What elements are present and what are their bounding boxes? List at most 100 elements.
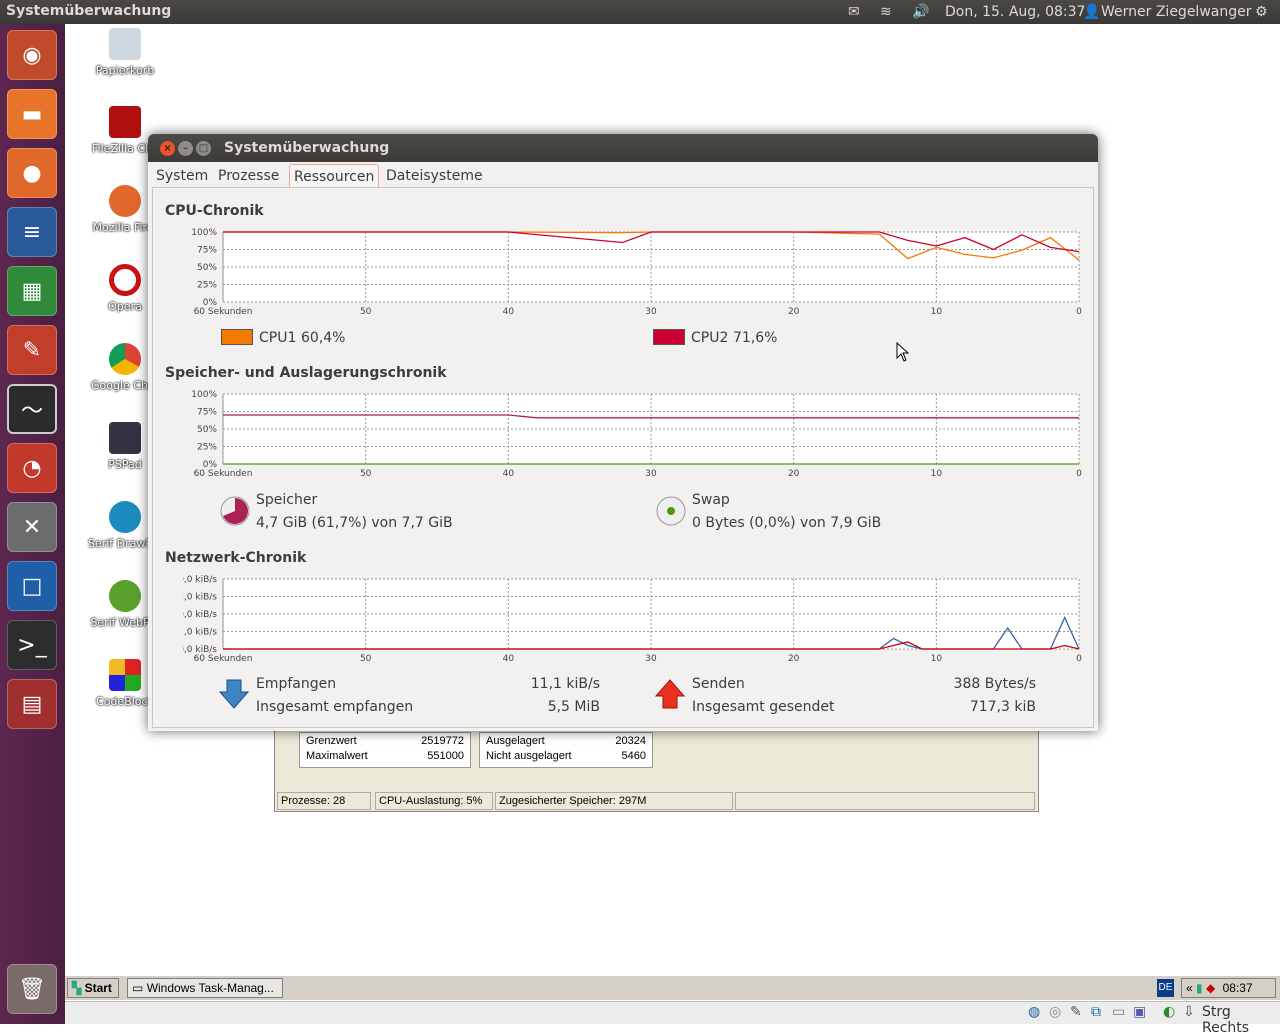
y-tick-label: 25% (197, 281, 217, 291)
vbox-network-icon[interactable]: ⧉ (1091, 1004, 1101, 1020)
y-tick-label: 10,0 kiB/s (183, 610, 217, 620)
files-folder-icon[interactable]: ▬ (7, 89, 57, 139)
taskbar-task-manager[interactable]: ▭ Windows Task-Manag... (127, 978, 283, 998)
guest-taskbar: ▚ Start ▭ Windows Task-Manag... DE « ▮ ◆… (65, 975, 1280, 1000)
vbox-host-key: Strg Rechts (1202, 1004, 1250, 1036)
virtualbox-status-bar: ◍ ◎ ✎ ⧉ ▭ ▣ ◐ ⇩ Strg Rechts (65, 1001, 1280, 1036)
receive-total: 5,5 MiB (547, 699, 600, 715)
x-tick-label: 40 (503, 469, 515, 478)
mail-icon[interactable]: ✉ (848, 2, 860, 22)
network-history-chart: 20,0 kiB/s 15,0 kiB/s 10,0 kiB/s 5,0 kiB/s 0… (183, 575, 1082, 663)
send-arrow-icon (655, 679, 685, 709)
tray-clock: 08:37 (1222, 981, 1253, 995)
window-title: Systemüberwachung (224, 140, 390, 156)
active-app-name: Systemüberwachung (6, 3, 172, 19)
status-empty (735, 792, 1035, 810)
x-tick-label: 10 (931, 307, 943, 316)
chrome-icon (109, 343, 141, 375)
trash-icon[interactable]: 🗑 (7, 964, 57, 1014)
user-icon[interactable]: 👤 (1083, 2, 1100, 22)
system-monitor-window: × – □ Systemüberwachung System Prozesse … (148, 134, 1098, 731)
tools-icon[interactable]: ✕ (7, 502, 57, 552)
tray-expand-icon[interactable]: « (1186, 981, 1193, 995)
firefox-icon[interactable]: ● (7, 148, 57, 198)
clock[interactable]: Don, 15. Aug, 08:37 (945, 2, 1085, 22)
x-tick-label: 20 (788, 469, 800, 478)
desktop-icon-papierkorb[interactable]: Papierkorb (85, 28, 165, 77)
vbox-cd-icon[interactable]: ◎ (1049, 1004, 1061, 1020)
workspace-switcher-icon[interactable]: ▤ (7, 679, 57, 729)
close-icon[interactable]: × (160, 141, 175, 156)
cpu2-color-swatch[interactable] (653, 329, 685, 345)
send-label: Senden (692, 676, 745, 692)
status-cpu: CPU-Auslastung: 5% (375, 792, 493, 810)
x-tick-label: 10 (931, 469, 943, 478)
tab-prozesse[interactable]: Prozesse (214, 164, 283, 188)
minimize-icon[interactable]: – (178, 141, 193, 156)
language-indicator[interactable]: DE (1157, 979, 1174, 997)
cpu1-color-swatch[interactable] (221, 329, 253, 345)
filezilla-icon (109, 106, 141, 138)
tray-network-icon[interactable]: ▮ (1196, 981, 1203, 995)
vbox-shared-folder-icon[interactable]: ▭ (1112, 1004, 1125, 1020)
windows-logo-icon: ▚ (72, 981, 82, 995)
kernel-memory-box: Ausgelagert 20324 Nicht ausgelagert 5460 (479, 732, 653, 768)
y-tick-label: 50% (197, 425, 217, 435)
y-tick-label: 25% (197, 443, 217, 453)
firefox-icon (109, 185, 141, 217)
memory-history-chart: 100%75%50%25%0%60 Sekunden 50 40 30 20 10 0 (191, 390, 1082, 478)
tray-security-icon[interactable]: ◆ (1206, 981, 1215, 995)
disk-usage-icon[interactable]: ◔ (7, 443, 57, 493)
send-total: 717,3 kiB (969, 699, 1036, 715)
tab-system[interactable]: System (152, 164, 212, 188)
x-tick-label: 50 (360, 654, 372, 663)
x-tick-label: 60 Sekunden (194, 654, 253, 663)
dash-home-icon[interactable]: ◉ (7, 30, 57, 80)
maximize-icon[interactable]: □ (196, 141, 211, 156)
vbox-usb-icon[interactable]: ✎ (1070, 1004, 1082, 1020)
swap-pie-icon[interactable] (655, 495, 687, 527)
x-tick-label: 20 (788, 307, 800, 316)
vbox-hdd-icon[interactable]: ◍ (1028, 1004, 1040, 1020)
tab-ressourcen[interactable]: Ressourcen (289, 164, 380, 188)
vbox-mouse-integration-icon[interactable]: ⇩ (1183, 1004, 1195, 1020)
terminal-icon[interactable]: >_ (7, 620, 57, 670)
memory-pie-icon[interactable] (219, 495, 251, 527)
x-tick-label: 30 (645, 469, 657, 478)
status-commit: Zugesicherter Speicher: 297M (495, 792, 733, 810)
cpu1-value: 60,4% (301, 330, 346, 346)
y-tick-label: 20,0 kiB/s (183, 575, 217, 585)
system-monitor-icon[interactable]: 〜 (7, 384, 57, 434)
writer-icon[interactable]: ≡ (7, 207, 57, 257)
x-tick-label: 20 (788, 654, 800, 663)
virtualbox-icon[interactable]: □ (7, 561, 57, 611)
cpu-section-title: CPU-Chronik (165, 203, 264, 219)
vbox-display-icon[interactable]: ▣ (1133, 1004, 1146, 1020)
system-settings-icon[interactable]: ✎ (7, 325, 57, 375)
receive-total-label: Insgesamt empfangen (256, 699, 414, 715)
x-tick-label: 0 (1076, 307, 1082, 316)
volume-icon[interactable]: 🔊 (912, 2, 929, 22)
calc-icon[interactable]: ▦ (7, 266, 57, 316)
task-manager-icon: ▭ (132, 981, 144, 995)
resources-panel: CPU-Chronik 100% 75% 50% 25% 0% 60 Sekunden 50… (152, 187, 1094, 728)
status-processes: Prozesse: 28 (277, 792, 371, 810)
wifi-icon[interactable]: ≋ (880, 2, 892, 22)
drawplus-icon (109, 501, 141, 533)
y-tick-label: 50% (197, 263, 217, 273)
y-tick-label: 75% (197, 246, 217, 256)
settings-gear-icon[interactable]: ⚙ (1255, 2, 1268, 22)
tab-dateisysteme[interactable]: Dateisysteme (382, 164, 487, 188)
x-tick-label: 0 (1076, 469, 1082, 478)
xp-task-manager-window: Grenzwert 2519772 Maximalwert 551000 Ausge… (274, 725, 1039, 812)
top-panel: Systemüberwachung ✉ ≋ 🔊 Don, 15. Aug, 08… (0, 0, 1280, 24)
swap-value: 0 Bytes (0,0%) von 7,9 GiB (692, 515, 882, 531)
network-section-title: Netzwerk-Chronik (165, 550, 307, 566)
memory-section-title: Speicher- und Auslagerungschronik (165, 365, 447, 381)
vbox-virtualization-icon[interactable]: ◐ (1163, 1004, 1175, 1020)
start-button[interactable]: ▚ Start (67, 978, 119, 998)
user-name[interactable]: Werner Ziegelwanger (1101, 2, 1251, 22)
memory-value: 4,7 GiB (61,7%) von 7,7 GiB (256, 515, 453, 531)
x-tick-label: 40 (503, 654, 515, 663)
window-titlebar[interactable]: × – □ Systemüberwachung (148, 134, 1098, 162)
